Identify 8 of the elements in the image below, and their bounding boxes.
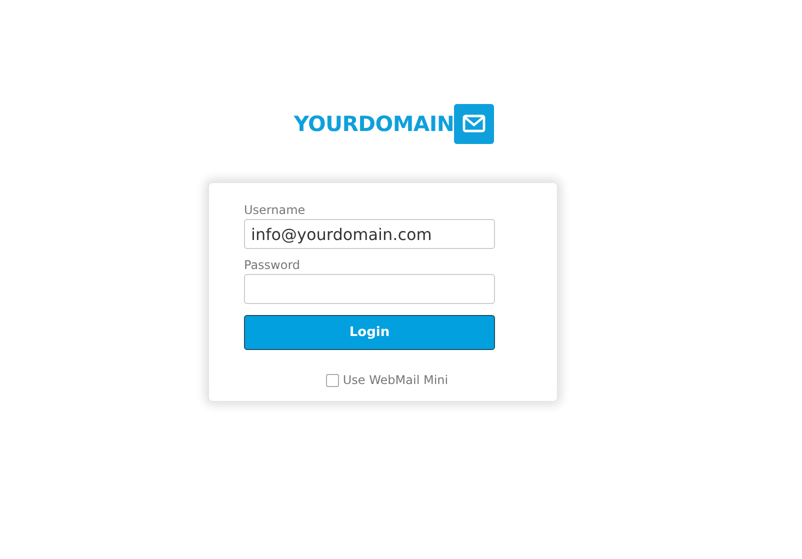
username-field[interactable]: info@yourdomain.com: [244, 219, 495, 249]
checkbox-label: Use WebMail Mini: [342, 373, 448, 387]
checkbox[interactable]: [326, 374, 339, 386]
field-label: Password: [244, 258, 302, 272]
envelope-icon: [454, 104, 494, 144]
field-label: Username: [244, 203, 306, 217]
password-field[interactable]: [244, 274, 495, 304]
logo-text: YOURDOMAIN: [294, 112, 454, 136]
